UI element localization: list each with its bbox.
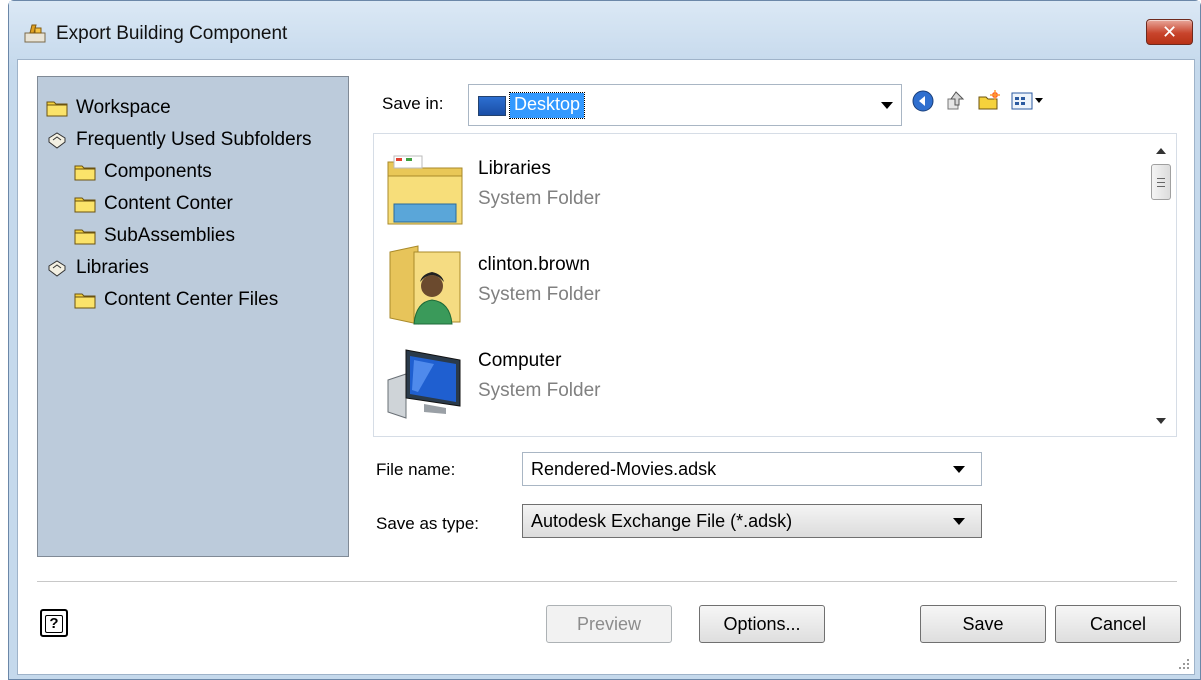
file-type-text: System Folder [478,188,601,209]
file-name-text: Computer [478,350,562,371]
sidebar-item-content-conter[interactable]: Content Conter [74,191,233,217]
sidebar-item-workspace[interactable]: Workspace [46,95,171,121]
chevron-down-icon [953,518,965,525]
sidebar-item-label: Content Center Files [104,289,279,310]
grip-line [1157,182,1165,183]
sidebar-item-libraries[interactable]: Libraries [46,255,149,281]
sidebar-item-content-center-files[interactable]: Content Center Files [74,287,278,313]
list-item[interactable]: Computer System Folder [374,340,1074,430]
resize-grip-icon[interactable] [1178,658,1190,670]
file-list-scrollbar[interactable] [1148,134,1176,436]
places-sidebar: Workspace Frequently Used Subfolders Com… [37,76,349,557]
sidebar-item-label: Components [104,161,212,182]
folder-icon [74,229,96,244]
close-icon: ✕ [1161,22,1178,42]
folder-icon [74,293,96,308]
up-one-level-icon[interactable] [944,89,968,113]
app-icon [24,24,46,43]
sidebar-item-components[interactable]: Components [74,159,212,185]
help-icon: ? [45,615,63,633]
shortcut-icon [48,259,66,277]
title-bar[interactable]: Export Building Component ✕ [9,1,1200,67]
close-button[interactable]: ✕ [1146,19,1193,45]
sidebar-item-label: Libraries [76,257,149,278]
help-button[interactable]: ? [40,609,68,637]
scrollbar-thumb[interactable] [1151,164,1171,200]
sidebar-item-frequently-used-subfolders[interactable]: Frequently Used Subfolders [46,127,312,153]
sidebar-item-subassemblies[interactable]: SubAssemblies [74,223,235,249]
file-name-text: Libraries [478,158,551,179]
list-item[interactable]: clinton.brown System Folder [374,244,1074,334]
folder-icon [74,197,96,212]
file-type-text: System Folder [478,380,601,401]
new-folder-icon[interactable] [977,89,1001,113]
back-icon[interactable] [911,89,935,113]
folder-icon [46,101,68,116]
file-name-value: Rendered-Movies.adsk [531,459,717,479]
file-name-field[interactable]: Rendered-Movies.adsk [522,452,982,486]
list-item[interactable]: Libraries System Folder [374,148,1074,238]
folder-icon [74,165,96,180]
view-menu-icon[interactable] [1010,89,1046,113]
save-button[interactable]: Save [920,605,1046,643]
shortcut-icon [48,131,66,149]
save-in-dropdown[interactable]: Desktop [468,84,902,126]
dialog-window: Export Building Component ✕ Workspace Fr… [8,0,1201,680]
scroll-up-icon[interactable] [1156,148,1166,154]
sidebar-item-label: Frequently Used Subfolders [76,129,312,150]
file-type-text: System Folder [478,284,601,305]
options-button[interactable]: Options... [699,605,825,643]
preview-button[interactable]: Preview [546,605,672,643]
cancel-button[interactable]: Cancel [1055,605,1181,643]
save-in-value: Desktop [508,92,586,119]
window-title: Export Building Component [56,23,288,44]
desktop-icon [478,96,506,116]
user-folder-icon [389,245,461,325]
libraries-folder-icon [387,155,463,225]
computer-icon [387,349,461,419]
footer-separator [37,581,1177,583]
sidebar-item-label: Workspace [76,97,171,118]
file-list[interactable]: Libraries System Folder clinton.brown Sy… [373,133,1177,437]
save-as-type-label: Save as type: [376,514,480,533]
sidebar-item-label: SubAssemblies [104,225,235,246]
file-name-label: File name: [376,460,456,479]
file-name-text: clinton.brown [478,254,590,275]
scroll-down-icon[interactable] [1156,418,1166,424]
save-in-label: Save in: [382,94,444,113]
chevron-down-icon [881,102,893,109]
save-as-type-dropdown[interactable]: Autodesk Exchange File (*.adsk) [522,504,982,538]
grip-line [1157,186,1165,187]
dialog-body: Workspace Frequently Used Subfolders Com… [17,59,1195,675]
chevron-down-icon[interactable] [953,466,965,473]
grip-line [1157,178,1165,179]
sidebar-item-label: Content Conter [104,193,233,214]
save-as-type-value: Autodesk Exchange File (*.adsk) [531,511,793,531]
